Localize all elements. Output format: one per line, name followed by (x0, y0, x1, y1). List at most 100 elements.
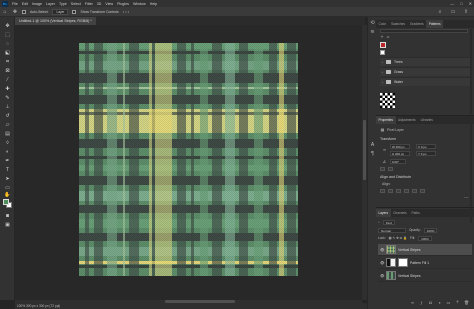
foreground-color-swatch[interactable] (3, 199, 9, 205)
menu-window[interactable]: Window (133, 2, 146, 6)
hand-tool-icon[interactable]: ✋ (3, 192, 12, 199)
layer-row[interactable]: 👁 Vertical Stripes (378, 244, 472, 256)
home-icon[interactable]: ⌂ (2, 9, 8, 15)
align-top-button[interactable] (404, 189, 409, 193)
move-tool-icon[interactable]: ✥ (3, 23, 12, 30)
search-icon[interactable]: ⌕ (436, 8, 444, 16)
link-dimensions-icon[interactable]: ∞ (382, 147, 387, 152)
fill-field[interactable]: 100% (418, 235, 432, 241)
align-center-button[interactable] (388, 189, 393, 193)
patterns-search-input[interactable] (380, 29, 468, 33)
brush-settings-icon[interactable]: ≋ (369, 29, 376, 35)
document-tab[interactable]: Untitled-1 @ 100% (Vertical Stripes, RGB… (15, 17, 96, 25)
eraser-tool-icon[interactable]: ▱ (3, 122, 12, 129)
height-field[interactable]: H 300 px (390, 151, 410, 156)
menu-select[interactable]: Select (71, 2, 81, 6)
screen-mode-icon[interactable]: ▣ (3, 222, 12, 229)
brush-tool-icon[interactable]: ✎ (3, 95, 12, 102)
pattern-thumbnail[interactable] (380, 50, 385, 55)
crop-tool-icon[interactable]: ⌗ (3, 59, 12, 66)
tartan-canvas[interactable] (79, 43, 298, 276)
clone-stamp-tool-icon[interactable]: ⊥ (3, 104, 12, 111)
visibility-eye-icon[interactable]: 👁 (380, 261, 384, 265)
adjustment-layer-icon[interactable]: ◑ (437, 300, 442, 305)
opacity-field[interactable]: 100% (423, 227, 438, 233)
pen-tool-icon[interactable]: ✒ (3, 158, 12, 165)
blur-tool-icon[interactable]: ◊ (3, 140, 12, 147)
auto-select-checkbox[interactable] (22, 9, 26, 14)
expand-caret-icon[interactable]: › (382, 80, 383, 84)
maximize-icon[interactable]: □ (460, 1, 462, 6)
pattern-folder-grass[interactable]: › Grass (380, 67, 472, 76)
menu-view[interactable]: View (105, 2, 113, 6)
move-tool-icon[interactable]: ✥ (12, 9, 18, 15)
new-layer-icon[interactable]: ＋ (455, 299, 460, 305)
menu-layer[interactable]: Layer (46, 2, 55, 6)
checker-pattern-swatch[interactable] (380, 93, 395, 108)
menu-plugins[interactable]: Plugins (117, 2, 129, 6)
tab-color[interactable]: Color (376, 20, 389, 28)
close-icon[interactable]: ✕ (469, 1, 472, 6)
dodge-tool-icon[interactable]: ◐ (3, 149, 12, 156)
lock-icons[interactable]: ▦ ✎ ✥ ⊡ 🔒 (389, 236, 408, 240)
layer-row[interactable]: 👁 Vertical Stripes (378, 270, 472, 282)
flip-horizontal-button[interactable] (380, 167, 385, 171)
menu-file[interactable]: File (12, 2, 18, 6)
rectangle-tool-icon[interactable]: ▭ (3, 185, 12, 192)
tab-channels[interactable]: Channels (391, 209, 409, 217)
folder-icon[interactable]: ▱ (386, 35, 390, 39)
quick-mask-icon[interactable]: ◙ (3, 213, 12, 220)
delete-layer-icon[interactable]: 🗑 (464, 300, 469, 305)
x-field[interactable]: X 0 px (416, 144, 436, 149)
layer-kind-filter-select[interactable]: Kind (382, 219, 395, 225)
align-bottom-button[interactable] (420, 189, 425, 193)
lasso-tool-icon[interactable]: ◌ (3, 41, 12, 48)
flip-vertical-button[interactable] (388, 167, 393, 171)
transform-controls-checkbox[interactable] (72, 9, 77, 14)
character-panel-icon[interactable]: A (369, 142, 376, 148)
add-mask-icon[interactable]: ◘ (428, 300, 433, 305)
search-icon[interactable]: ⌕ (378, 220, 380, 224)
more-options-icon[interactable]: • • • (123, 9, 129, 14)
properties-scrollbar[interactable] (470, 123, 472, 223)
selected-pattern-swatch[interactable] (380, 42, 386, 48)
patterns-scrollbar[interactable] (470, 29, 472, 114)
vertical-scroll-thumb[interactable] (363, 120, 366, 180)
menu-image[interactable]: Image (32, 2, 42, 6)
y-field[interactable]: Y 0 px (416, 151, 436, 156)
type-tool-icon[interactable]: T (3, 167, 12, 174)
tab-properties[interactable]: Properties (376, 116, 396, 124)
minimize-icon[interactable]: — (450, 1, 454, 6)
blend-mode-select[interactable]: Normal (378, 227, 406, 233)
workspace-icon[interactable]: ▭ (449, 8, 457, 16)
angle-field[interactable]: 0.00° (390, 159, 406, 164)
tab-gradients[interactable]: Gradients (407, 20, 426, 28)
link-layers-icon[interactable]: ∞ (410, 300, 415, 305)
tab-libraries[interactable]: Libraries (418, 116, 435, 124)
auto-select-target-select[interactable]: Layer (52, 8, 69, 15)
align-left-button[interactable] (380, 189, 385, 193)
tab-paths[interactable]: Paths (409, 209, 422, 217)
new-pattern-icon[interactable]: ＋ (380, 35, 384, 39)
layer-row[interactable]: 👁 Pattern Fill 1 (378, 257, 472, 269)
menu-edit[interactable]: Edit (22, 2, 28, 6)
healing-brush-tool-icon[interactable]: ✚ (3, 86, 12, 93)
menu-help[interactable]: Help (150, 2, 157, 6)
paragraph-panel-icon[interactable]: ¶ (369, 151, 376, 157)
tab-patterns[interactable]: Patterns (426, 20, 444, 28)
menu-filter[interactable]: Filter (85, 2, 93, 6)
pattern-folder-trees[interactable]: › Trees (380, 57, 472, 66)
share-icon[interactable]: ⇪ (462, 8, 470, 16)
visibility-eye-icon[interactable]: 👁 (380, 248, 384, 252)
eyedropper-tool-icon[interactable]: ⁄ (3, 77, 12, 84)
expand-caret-icon[interactable]: › (382, 60, 383, 64)
object-select-tool-icon[interactable]: ⬕ (3, 50, 12, 57)
menu-type[interactable]: Type (59, 2, 67, 6)
fx-icon[interactable]: ƒ (419, 300, 424, 305)
expand-caret-icon[interactable]: › (382, 70, 383, 74)
visibility-eye-icon[interactable]: 👁 (380, 274, 384, 278)
more-options-icon[interactable]: ⋯ (464, 195, 469, 201)
tab-layers[interactable]: Layers (376, 209, 391, 217)
menu-3d[interactable]: 3D (97, 2, 102, 6)
marquee-tool-icon[interactable]: ⬚ (3, 32, 12, 39)
